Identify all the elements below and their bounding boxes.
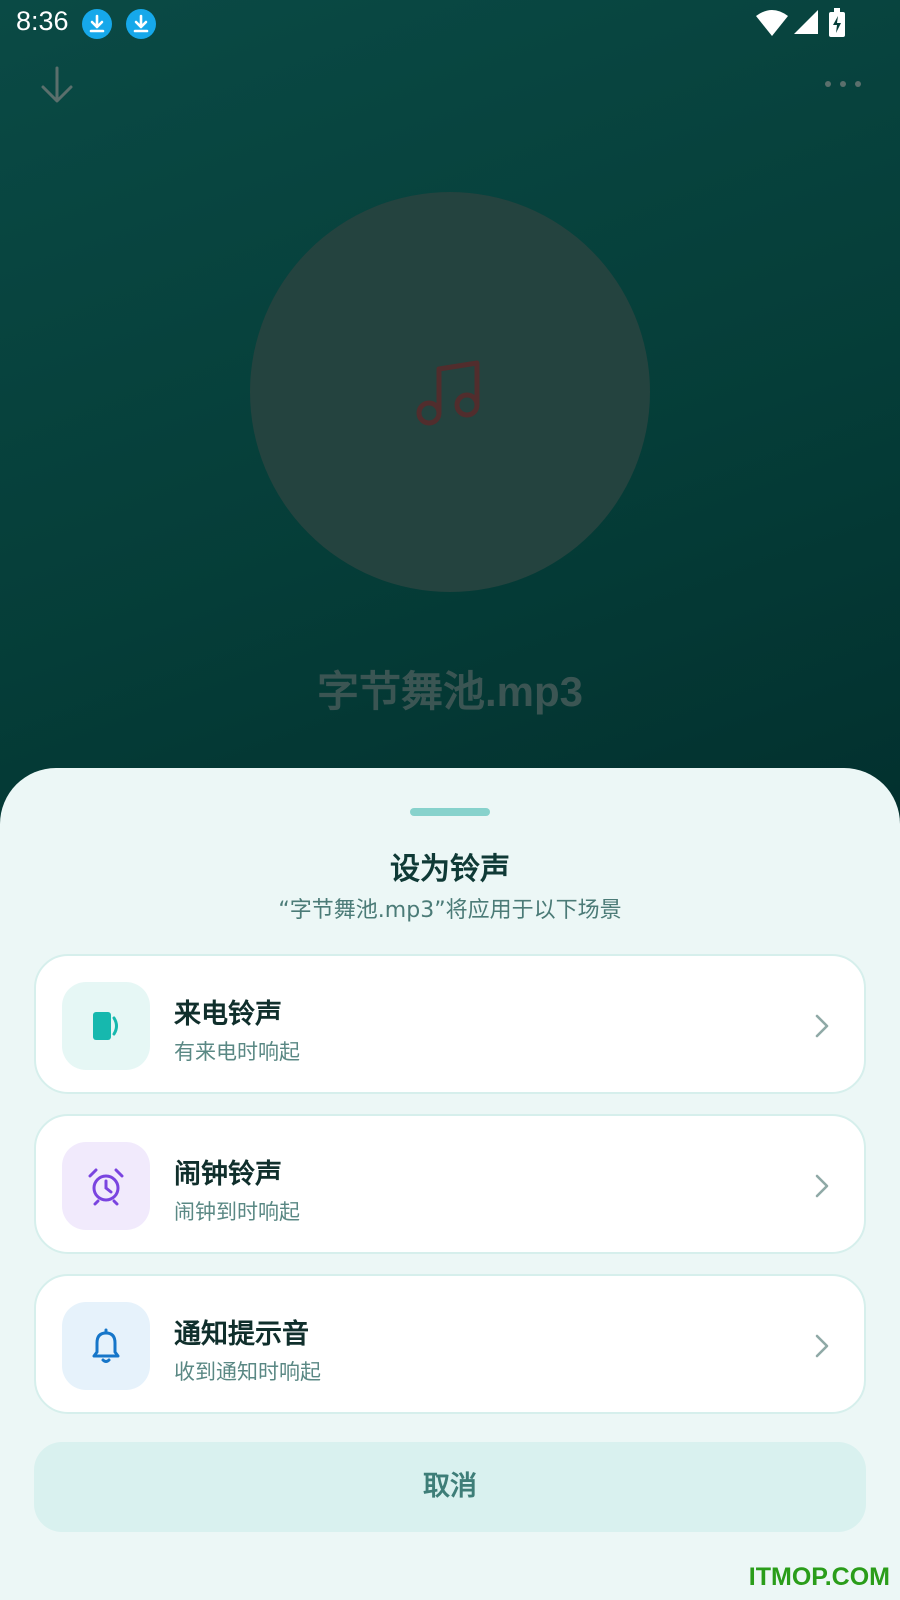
watermark: ITMOP.COM: [748, 1563, 890, 1591]
collapse-button[interactable]: [32, 60, 82, 110]
album-cover: [250, 192, 650, 592]
option-icon-box: [62, 982, 150, 1070]
chevron-right-icon: [815, 1174, 829, 1198]
phone-ring-icon: [93, 1012, 118, 1040]
option-title: 来电铃声: [174, 999, 282, 1030]
arrow-down-icon: [41, 66, 73, 103]
more-icon: [825, 81, 861, 87]
music-note-icon: [416, 360, 480, 426]
bell-icon: [92, 1328, 120, 1363]
download-icon: [82, 9, 112, 39]
chevron-right-icon: [815, 1334, 829, 1358]
status-time: 8:36: [16, 6, 69, 36]
status-bar: 8:36: [0, 0, 900, 48]
sheet-title: 设为铃声: [390, 852, 510, 887]
sheet-handle[interactable]: [410, 808, 490, 816]
alarm-clock-icon: [88, 1168, 124, 1206]
option-alarm-ringtone[interactable]: 闹钟铃声 闹钟到时响起: [34, 1114, 866, 1254]
wifi-icon: [756, 10, 788, 36]
option-title: 闹钟铃声: [174, 1159, 282, 1190]
option-icon-box: [62, 1302, 150, 1390]
track-title: 字节舞池.mp3: [316, 668, 584, 715]
cancel-button[interactable]: 取消: [34, 1442, 866, 1532]
chevron-right-icon: [815, 1014, 829, 1038]
option-description: 闹钟到时响起: [174, 1200, 300, 1224]
battery-charging-icon: [829, 8, 845, 37]
download-icon: [126, 9, 156, 39]
sheet-subtitle: “字节舞池.mp3”将应用于以下场景: [278, 898, 622, 923]
option-icon-box: [62, 1142, 150, 1230]
option-notification-sound[interactable]: 通知提示音 收到通知时响起: [34, 1274, 866, 1414]
option-description: 有来电时响起: [174, 1040, 300, 1064]
signal-icon: [794, 10, 818, 34]
option-call-ringtone[interactable]: 来电铃声 有来电时响起: [34, 954, 866, 1094]
option-title: 通知提示音: [174, 1319, 309, 1350]
set-ringtone-sheet: 设为铃声 “字节舞池.mp3”将应用于以下场景 来电铃声 有来电时响起 闹钟铃声…: [0, 768, 900, 1600]
option-description: 收到通知时响起: [174, 1360, 321, 1384]
more-button[interactable]: [818, 60, 868, 110]
